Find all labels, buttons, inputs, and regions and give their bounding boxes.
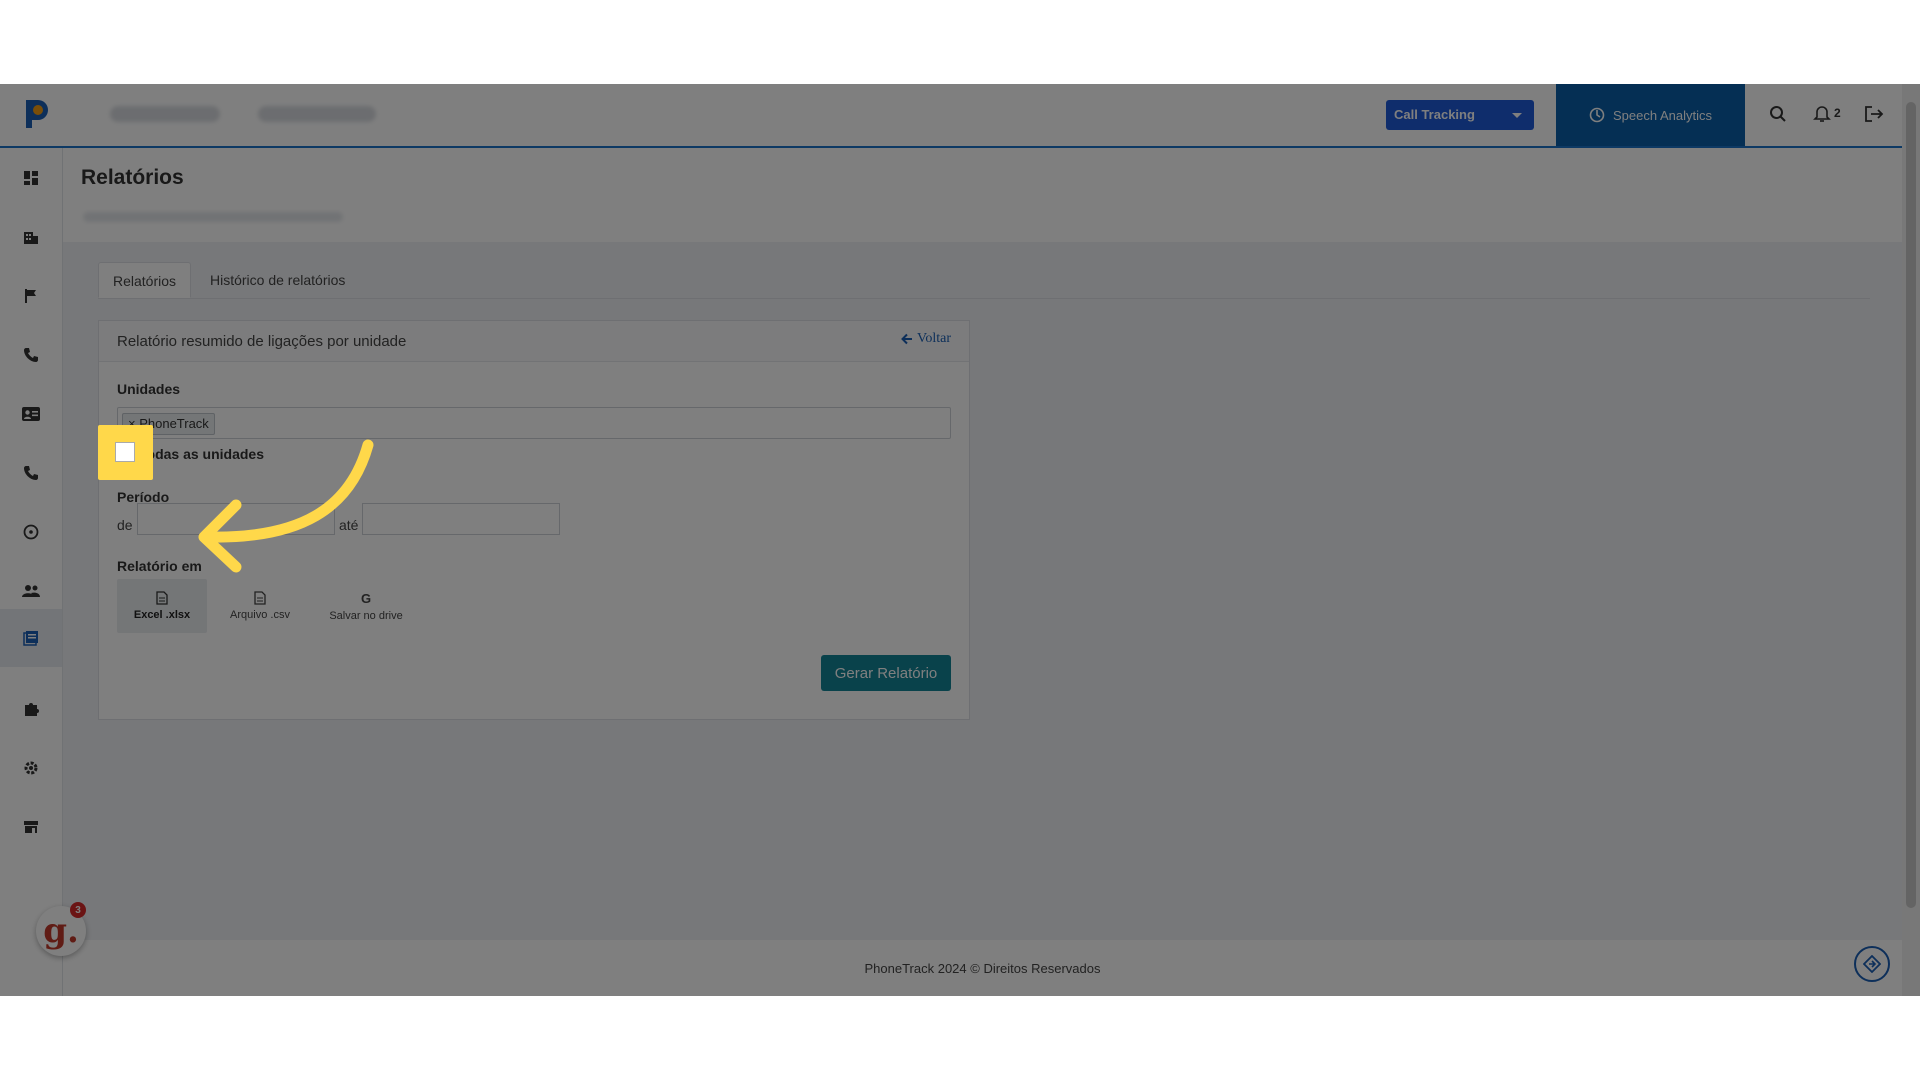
file-icon <box>156 591 168 605</box>
page-title: Relatórios <box>81 166 184 189</box>
product-select-label: Call Tracking <box>1394 107 1475 122</box>
building-icon[interactable] <box>19 225 43 249</box>
gear-icon[interactable] <box>19 756 43 780</box>
speech-analytics-icon <box>1589 107 1605 123</box>
format-csv-button[interactable]: Arquivo .csv <box>215 579 305 633</box>
store-icon[interactable] <box>19 815 43 839</box>
call-icon[interactable] <box>19 461 43 485</box>
report-tabs: Relatórios Histórico de relatórios <box>98 262 1870 299</box>
scrollbar-thumb[interactable] <box>1906 102 1916 908</box>
top-bar: Call Tracking Speech Analytics 2 <box>0 84 1902 148</box>
speech-analytics-button[interactable]: Speech Analytics <box>1556 84 1745 146</box>
flag-icon[interactable] <box>19 284 43 308</box>
units-label: Unidades <box>117 381 181 397</box>
contact-card-icon[interactable] <box>19 402 43 426</box>
card-title: Relatório resumido de ligações por unida… <box>117 333 407 350</box>
scrollbar[interactable] <box>1902 84 1920 996</box>
puzzle-icon[interactable] <box>19 697 43 721</box>
product-select[interactable]: Call Tracking <box>1386 100 1534 130</box>
format-xlsx-label: Excel .xlsx <box>133 609 191 621</box>
tab-reports[interactable]: Relatórios <box>98 262 192 298</box>
app-window: Call Tracking Speech Analytics 2 Relatór… <box>0 84 1920 996</box>
dashboard-icon[interactable] <box>19 166 43 190</box>
blurred-nav-item[interactable] <box>110 106 220 122</box>
back-link-label: Voltar <box>917 331 951 346</box>
file-icon <box>254 591 266 605</box>
sidebar <box>0 148 63 996</box>
blurred-nav-item[interactable] <box>258 106 376 122</box>
chevron-down-icon <box>1512 113 1522 118</box>
format-drive-button[interactable]: G Salvar no drive <box>321 579 411 633</box>
format-xlsx-button[interactable]: Excel .xlsx <box>117 579 207 633</box>
generate-report-button[interactable]: Gerar Relatório <box>821 655 951 691</box>
chat-icon <box>1863 955 1881 973</box>
page-header: Relatórios <box>63 148 1902 242</box>
back-link[interactable]: Voltar <box>901 331 951 347</box>
footer: PhoneTrack 2024 © Direitos Reservados <box>63 940 1902 996</box>
users-icon[interactable] <box>19 579 43 603</box>
sidebar-item-reports[interactable] <box>0 609 62 667</box>
card-header: Relatório resumido de ligações por unida… <box>99 321 969 362</box>
format-drive-label: Salvar no drive <box>329 609 403 622</box>
guide-widget-count: 3 <box>70 902 86 918</box>
from-label: de <box>117 517 133 533</box>
format-csv-label: Arquivo .csv <box>230 609 290 621</box>
highlighted-checkbox[interactable] <box>115 442 135 462</box>
help-chat-button[interactable] <box>1854 946 1890 982</box>
logout-icon[interactable] <box>1862 102 1886 126</box>
checkbox-highlight <box>98 425 153 480</box>
bell-icon[interactable] <box>1810 102 1834 126</box>
pointer-arrow-icon <box>198 439 374 573</box>
date-to-input[interactable] <box>362 503 560 535</box>
footer-text: PhoneTrack 2024 © Direitos Reservados <box>864 960 1101 976</box>
phone-icon[interactable] <box>19 343 43 367</box>
gauge-icon[interactable] <box>19 520 43 544</box>
google-icon: G <box>360 590 372 606</box>
search-icon[interactable] <box>1766 102 1790 126</box>
notification-count: 2 <box>1834 106 1841 120</box>
reports-icon <box>23 631 38 646</box>
tab-report-history[interactable]: Histórico de relatórios <box>196 262 359 298</box>
arrow-left-icon <box>901 333 913 345</box>
phonetrack-logo[interactable] <box>20 96 52 132</box>
speech-analytics-label: Speech Analytics <box>1612 107 1712 123</box>
breadcrumb <box>83 212 343 222</box>
units-multiselect[interactable]: × PhoneTrack <box>117 407 951 439</box>
